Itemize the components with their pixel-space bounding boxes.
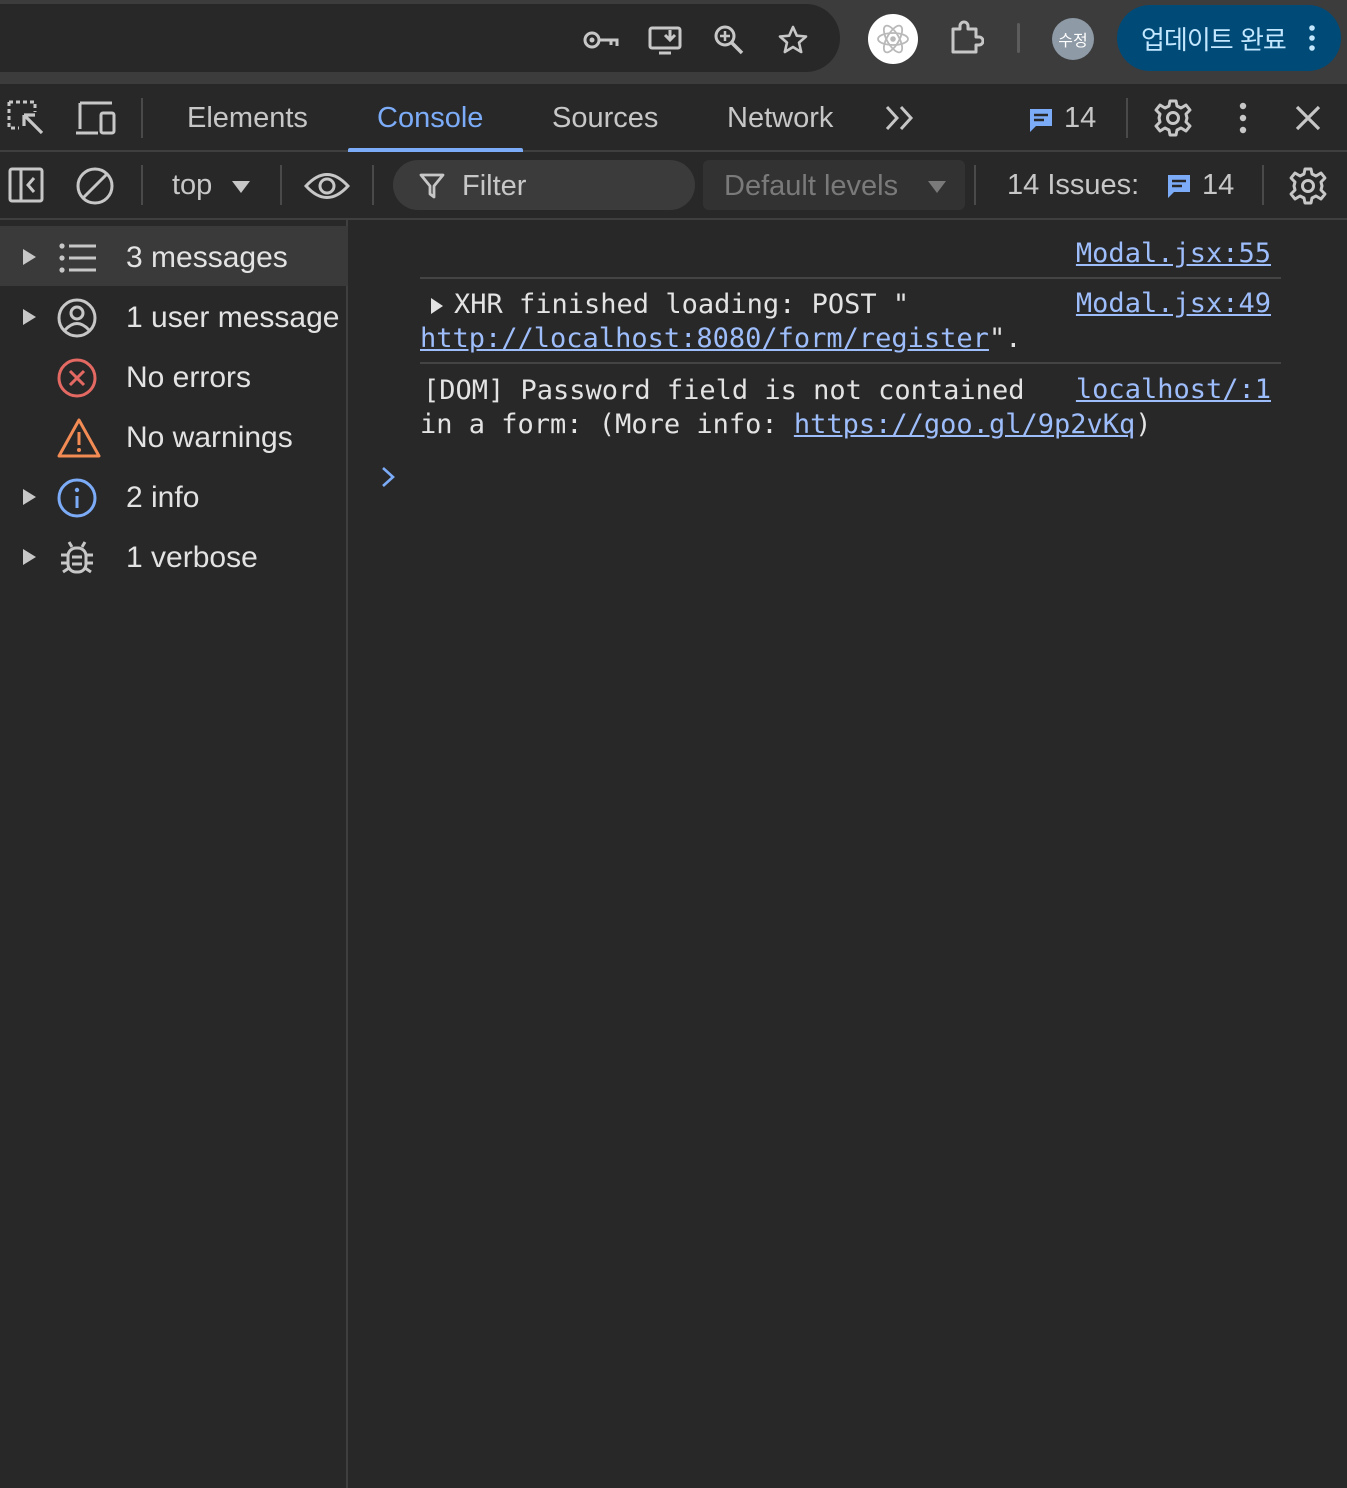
error-icon (56, 357, 98, 399)
chevron-down-icon (927, 180, 947, 194)
address-bar[interactable] (0, 4, 840, 72)
tab-divider (1126, 98, 1128, 138)
settings-gear-icon[interactable] (1153, 98, 1193, 138)
list-icon (56, 237, 98, 279)
issues-badge-count[interactable]: 14 (1064, 102, 1096, 135)
console-toolbar: top Filter Default levels 14 Issues: 14 (0, 152, 1347, 220)
sidebar-item-label: 2 info (126, 481, 200, 514)
expand-caret-icon[interactable] (21, 548, 37, 566)
message-divider (420, 277, 1281, 279)
sidebar-item-label: 3 messages (126, 241, 288, 274)
message-source-link[interactable]: localhost/:1 (1076, 374, 1271, 405)
profile-avatar[interactable]: 수정 (1052, 18, 1094, 60)
live-expression-eye-icon[interactable] (304, 171, 350, 201)
sidebar-item-label: No errors (126, 361, 252, 394)
sidebar-item-verbose[interactable]: 1 verbose (0, 526, 348, 586)
browser-toolbar: 수정 업데이트 완료 (0, 0, 1347, 84)
message-url-link[interactable]: http://localhost:8080/form/register (420, 323, 989, 354)
toolbar-divider (372, 165, 374, 205)
message-text: in a form: (More info: (420, 409, 794, 440)
toolbar-divider (1017, 23, 1020, 53)
zoom-icon[interactable] (713, 24, 745, 56)
extensions-icon[interactable] (948, 19, 984, 55)
log-levels-label: Default levels (724, 170, 899, 202)
message-url-link[interactable]: https://goo.gl/9p2vKq (794, 409, 1135, 440)
tab-elements[interactable]: Elements (187, 84, 308, 152)
user-icon (56, 297, 98, 339)
bug-icon (56, 537, 98, 579)
update-complete-button[interactable]: 업데이트 완료 (1117, 5, 1341, 71)
sidebar-item-messages[interactable]: 3 messages (0, 226, 348, 286)
sidebar-item-user-messages[interactable]: 1 user message (0, 286, 348, 346)
console-prompt-chevron-icon[interactable] (380, 464, 396, 490)
close-icon[interactable] (1295, 105, 1321, 131)
bookmark-star-icon[interactable] (777, 24, 809, 56)
expand-caret-icon[interactable] (21, 488, 37, 506)
console-settings-gear-icon[interactable] (1288, 166, 1328, 206)
profile-label: 수정 (1058, 33, 1088, 50)
toolbar-divider (141, 165, 143, 205)
devtools-tabbar: Elements Console Sources Network 14 (0, 84, 1347, 152)
devtools-menu-icon[interactable] (1239, 102, 1247, 134)
install-app-icon[interactable] (648, 24, 682, 56)
message-text: XHR finished loading: POST " (454, 289, 910, 320)
filter-input[interactable]: Filter (393, 160, 695, 210)
issues-message-icon[interactable] (1027, 106, 1055, 134)
more-tabs-chevron-icon[interactable] (884, 104, 916, 132)
expand-caret-icon[interactable] (21, 248, 37, 266)
sidebar-item-errors[interactable]: No errors (0, 346, 348, 406)
message-text: ) (1135, 409, 1152, 440)
message-divider (420, 362, 1281, 364)
expand-caret-icon[interactable] (21, 308, 37, 326)
sidebar-item-label: 1 verbose (126, 541, 258, 574)
sidebar-item-label: 1 user message (126, 301, 340, 334)
issues-count[interactable]: 14 (1202, 169, 1234, 202)
tab-network[interactable]: Network (727, 84, 833, 152)
react-devtools-icon[interactable] (868, 14, 918, 64)
update-button-label: 업데이트 완료 (1141, 25, 1287, 56)
warning-icon (56, 417, 101, 459)
chevron-down-icon[interactable] (231, 180, 251, 194)
tab-divider (141, 98, 143, 138)
log-levels-dropdown[interactable]: Default levels (703, 160, 965, 210)
tab-sources[interactable]: Sources (552, 84, 658, 152)
message-source-link[interactable]: Modal.jsx:49 (1076, 288, 1271, 319)
message-source-link[interactable]: Modal.jsx:55 (1076, 238, 1271, 269)
sidebar-toggle-icon[interactable] (8, 167, 44, 203)
filter-placeholder: Filter (462, 170, 527, 202)
expand-caret-icon[interactable] (430, 297, 454, 315)
toolbar-divider (974, 165, 976, 205)
inspect-element-icon[interactable] (6, 99, 46, 139)
sidebar-item-label: No warnings (126, 421, 293, 454)
issues-label[interactable]: 14 Issues: (1007, 169, 1139, 202)
console-output: Modal.jsx:55 XHR finished loading: POST … (350, 220, 1347, 1488)
issues-message-icon[interactable] (1165, 172, 1193, 200)
device-toolbar-icon[interactable] (74, 99, 118, 137)
more-vert-icon[interactable] (1309, 25, 1315, 51)
info-icon (56, 477, 98, 519)
filter-funnel-icon (419, 172, 445, 200)
context-selector[interactable]: top (172, 169, 212, 202)
tab-console[interactable]: Console (377, 84, 483, 152)
message-text: [DOM] Password field is not contained (423, 375, 1025, 406)
sidebar-item-warnings[interactable]: No warnings (0, 406, 348, 466)
clear-console-icon[interactable] (75, 166, 115, 206)
toolbar-divider (280, 165, 282, 205)
sidebar-item-info[interactable]: 2 info (0, 466, 348, 526)
message-text: ". (988, 323, 1022, 354)
toolbar-divider (1262, 165, 1264, 205)
key-icon[interactable] (582, 24, 619, 56)
console-sidebar: 3 messages 1 user message No errors No w… (0, 220, 348, 1488)
